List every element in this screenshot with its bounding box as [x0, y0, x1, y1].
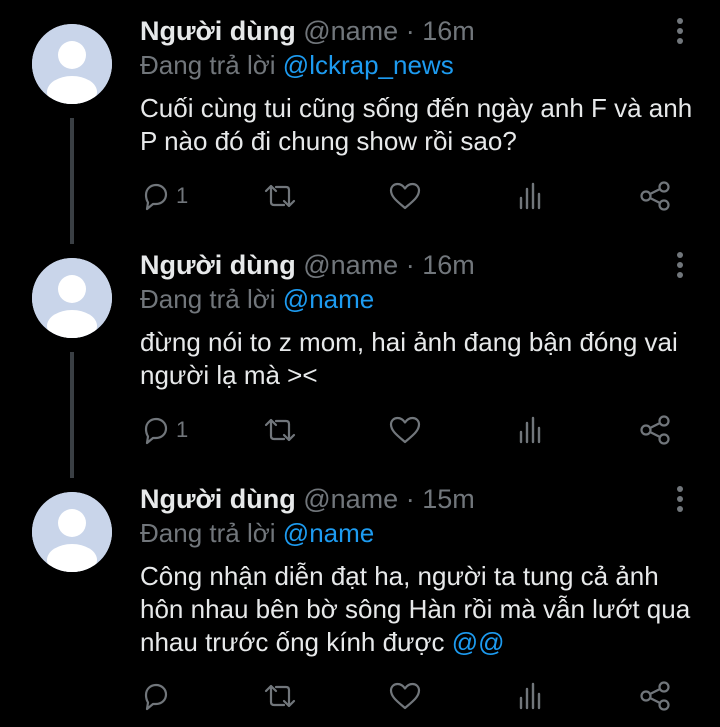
- retweet-button[interactable]: [262, 178, 298, 214]
- retweet-icon: [264, 418, 296, 442]
- replying-prefix: Đang trả lời: [140, 284, 276, 314]
- retweet-icon: [264, 684, 296, 708]
- action-bar: 1: [140, 178, 680, 214]
- share-button[interactable]: [638, 178, 672, 214]
- share-button[interactable]: [638, 678, 672, 714]
- reply-count: 1: [176, 183, 189, 208]
- tweet[interactable]: Người dùng @name · 16m Đang trả lời @nam…: [0, 234, 720, 468]
- reply-icon: [144, 183, 168, 211]
- reply-button[interactable]: 1: [140, 412, 188, 448]
- retweet-button[interactable]: [262, 412, 298, 448]
- more-options-button[interactable]: [670, 484, 690, 514]
- tweet-header: Người dùng @name · 16m: [140, 14, 475, 48]
- tweet-text: Công nhận diễn đạt ha, người ta tung cả …: [140, 560, 700, 659]
- timestamp[interactable]: 16m: [422, 16, 475, 46]
- tweet-text: Cuối cùng tui cũng sống đến ngày anh F v…: [140, 92, 700, 158]
- retweet-icon: [264, 184, 296, 208]
- share-icon: [640, 181, 670, 211]
- user-handle[interactable]: @name: [303, 250, 398, 280]
- retweet-button[interactable]: [262, 678, 298, 714]
- replying-to-line: Đang trả lời @name: [140, 283, 374, 315]
- separator-dot: ·: [405, 16, 415, 46]
- avatar[interactable]: [32, 24, 112, 104]
- tweet[interactable]: Người dùng @name · 16m Đang trả lời @lck…: [0, 0, 720, 234]
- more-icon: [677, 486, 683, 512]
- more-options-button[interactable]: [670, 16, 690, 46]
- replying-to-mention[interactable]: @lckrap_news: [283, 50, 454, 80]
- avatar[interactable]: [32, 258, 112, 338]
- replying-prefix: Đang trả lời: [140, 50, 276, 80]
- default-user-icon: [32, 24, 112, 104]
- timestamp[interactable]: 16m: [422, 250, 475, 280]
- timestamp[interactable]: 15m: [422, 484, 475, 514]
- views-icon: [519, 416, 541, 444]
- tweet-header: Người dùng @name · 16m: [140, 248, 475, 282]
- action-bar: [140, 678, 680, 714]
- more-options-button[interactable]: [670, 250, 690, 280]
- reply-count: 1: [176, 417, 189, 442]
- user-handle[interactable]: @name: [303, 484, 398, 514]
- share-icon: [640, 415, 670, 445]
- display-name[interactable]: Người dùng: [140, 484, 296, 514]
- reply-button[interactable]: [140, 678, 176, 714]
- tweet-header: Người dùng @name · 15m: [140, 482, 475, 516]
- like-icon: [389, 682, 421, 710]
- tweet-text-content: Cuối cùng tui cũng sống đến ngày anh F v…: [140, 93, 693, 156]
- replying-prefix: Đang trả lời: [140, 518, 276, 548]
- like-button[interactable]: [388, 178, 422, 214]
- views-icon: [519, 682, 541, 710]
- user-handle[interactable]: @name: [303, 16, 398, 46]
- more-icon: [677, 18, 683, 44]
- tweet-text: đừng nói to z mom, hai ảnh đang bận đóng…: [140, 326, 700, 392]
- replying-to-line: Đang trả lời @name: [140, 517, 374, 549]
- reply-thread: Người dùng @name · 16m Đang trả lời @lck…: [0, 0, 720, 727]
- views-button[interactable]: [515, 178, 547, 214]
- separator-dot: ·: [405, 484, 415, 514]
- default-user-icon: [32, 492, 112, 572]
- action-bar: 1: [140, 412, 680, 448]
- tweet-text-content: Công nhận diễn đạt ha, người ta tung cả …: [140, 561, 691, 657]
- replying-to-mention[interactable]: @name: [283, 518, 374, 548]
- replying-to-line: Đang trả lời @lckrap_news: [140, 49, 454, 81]
- views-button[interactable]: [515, 412, 547, 448]
- default-user-icon: [32, 258, 112, 338]
- share-button[interactable]: [638, 412, 672, 448]
- tweet-text-content: đừng nói to z mom, hai ảnh đang bận đóng…: [140, 327, 678, 390]
- views-icon: [519, 182, 541, 210]
- reply-icon: [144, 417, 168, 445]
- tweet[interactable]: Người dùng @name · 15m Đang trả lời @nam…: [0, 468, 720, 727]
- display-name[interactable]: Người dùng: [140, 250, 296, 280]
- like-icon: [389, 182, 421, 210]
- separator-dot: ·: [405, 250, 415, 280]
- reply-icon: [144, 683, 168, 711]
- replying-to-mention[interactable]: @name: [283, 284, 374, 314]
- display-name[interactable]: Người dùng: [140, 16, 296, 46]
- share-icon: [640, 681, 670, 711]
- more-icon: [677, 252, 683, 278]
- like-button[interactable]: [388, 412, 422, 448]
- inline-mention[interactable]: @@: [452, 627, 505, 657]
- avatar[interactable]: [32, 492, 112, 572]
- like-icon: [389, 416, 421, 444]
- views-button[interactable]: [515, 678, 547, 714]
- reply-button[interactable]: 1: [140, 178, 188, 214]
- like-button[interactable]: [388, 678, 422, 714]
